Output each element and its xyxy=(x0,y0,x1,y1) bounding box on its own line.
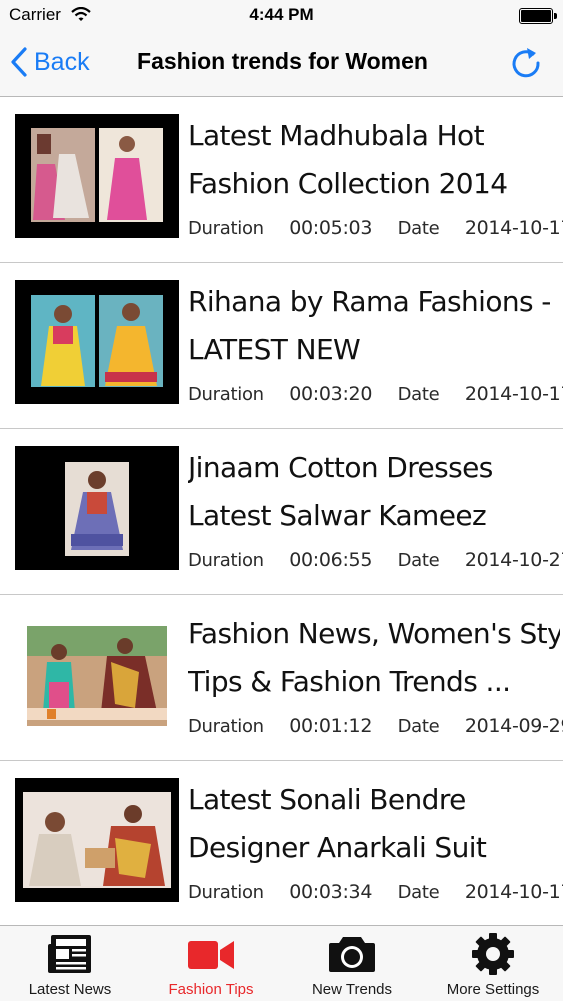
date-label: Date xyxy=(397,882,440,903)
video-duration: 00:03:34 xyxy=(289,881,373,903)
duration-label: Duration xyxy=(188,218,264,239)
back-button[interactable]: Back xyxy=(10,44,90,80)
tab-bar: Latest News Fashion Tips New Trends More… xyxy=(0,925,563,1001)
tab-new-trends[interactable]: New Trends xyxy=(282,926,422,1001)
video-meta: Duration 00:01:12 Date 2014-09-29 xyxy=(188,715,563,737)
video-date: 2014-10-17 xyxy=(464,383,563,405)
tab-label: Fashion Tips xyxy=(168,981,254,998)
video-date: 2014-09-29 xyxy=(464,715,563,737)
video-thumbnail xyxy=(15,280,179,404)
duration-label: Duration xyxy=(188,716,264,737)
tab-label: More Settings xyxy=(446,981,540,998)
tab-more-settings[interactable]: More Settings xyxy=(423,926,563,1001)
video-meta: Duration 00:05:03 Date 2014-10-17 xyxy=(188,217,563,239)
video-date: 2014-10-17 xyxy=(464,217,563,239)
video-title: Rihana by Rama Fashions - LATEST NEW xyxy=(188,285,551,366)
tab-label: New Trends xyxy=(311,981,393,998)
video-thumbnail xyxy=(15,778,179,902)
tab-label: Latest News xyxy=(28,981,112,998)
video-meta: Duration 00:06:55 Date 2014-10-27 xyxy=(188,549,563,571)
video-thumbnail xyxy=(15,446,179,570)
newspaper-icon xyxy=(48,935,91,973)
chevron-left-icon xyxy=(11,47,27,77)
tab-latest-news[interactable]: Latest News xyxy=(0,926,140,1001)
video-date: 2014-10-27 xyxy=(464,549,563,571)
video-camera-icon xyxy=(188,941,234,969)
tab-fashion-tips[interactable]: Fashion Tips xyxy=(141,926,281,1001)
video-list-item[interactable]: Fashion News, Women's Style Tips & Fashi… xyxy=(0,595,563,761)
video-list-item[interactable]: Latest Sonali Bendre Designer Anarkali S… xyxy=(0,761,563,925)
date-label: Date xyxy=(397,716,440,737)
video-list-item[interactable]: Rihana by Rama Fashions - LATEST NEW Dur… xyxy=(0,263,563,429)
video-duration: 00:06:55 xyxy=(289,549,373,571)
video-date: 2014-10-17 xyxy=(464,881,563,903)
battery-icon xyxy=(519,8,557,24)
date-label: Date xyxy=(397,550,440,571)
video-duration: 00:05:03 xyxy=(289,217,373,239)
video-list: Latest Madhubala Hot Fashion Collection … xyxy=(0,97,563,925)
video-title: Jinaam Cotton Dresses Latest Salwar Kame… xyxy=(188,451,493,532)
duration-label: Duration xyxy=(188,882,264,903)
video-thumbnail xyxy=(15,114,179,238)
duration-label: Duration xyxy=(188,384,264,405)
navigation-bar: Back Fashion trends for Women xyxy=(0,30,563,97)
status-bar: Carrier 4:44 PM xyxy=(0,0,563,30)
camera-icon xyxy=(329,937,375,972)
duration-label: Duration xyxy=(188,550,264,571)
video-meta: Duration 00:03:34 Date 2014-10-17 xyxy=(188,881,563,903)
refresh-icon[interactable] xyxy=(508,45,544,81)
video-list-item[interactable]: Latest Madhubala Hot Fashion Collection … xyxy=(0,97,563,263)
video-list-item[interactable]: Jinaam Cotton Dresses Latest Salwar Kame… xyxy=(0,429,563,595)
status-time: 4:44 PM xyxy=(249,5,314,24)
video-title: Latest Madhubala Hot Fashion Collection … xyxy=(188,119,508,200)
video-meta: Duration 00:03:20 Date 2014-10-17 xyxy=(188,383,563,405)
back-button-label: Back xyxy=(34,47,90,76)
video-title: Fashion News, Women's Style Tips & Fashi… xyxy=(188,617,560,698)
video-duration: 00:01:12 xyxy=(289,715,373,737)
date-label: Date xyxy=(397,218,440,239)
page-title: Fashion trends for Women xyxy=(137,48,428,74)
video-title: Latest Sonali Bendre Designer Anarkali S… xyxy=(188,783,487,864)
video-duration: 00:03:20 xyxy=(289,383,373,405)
gear-icon xyxy=(472,933,514,975)
date-label: Date xyxy=(397,384,440,405)
video-thumbnail xyxy=(15,612,179,736)
